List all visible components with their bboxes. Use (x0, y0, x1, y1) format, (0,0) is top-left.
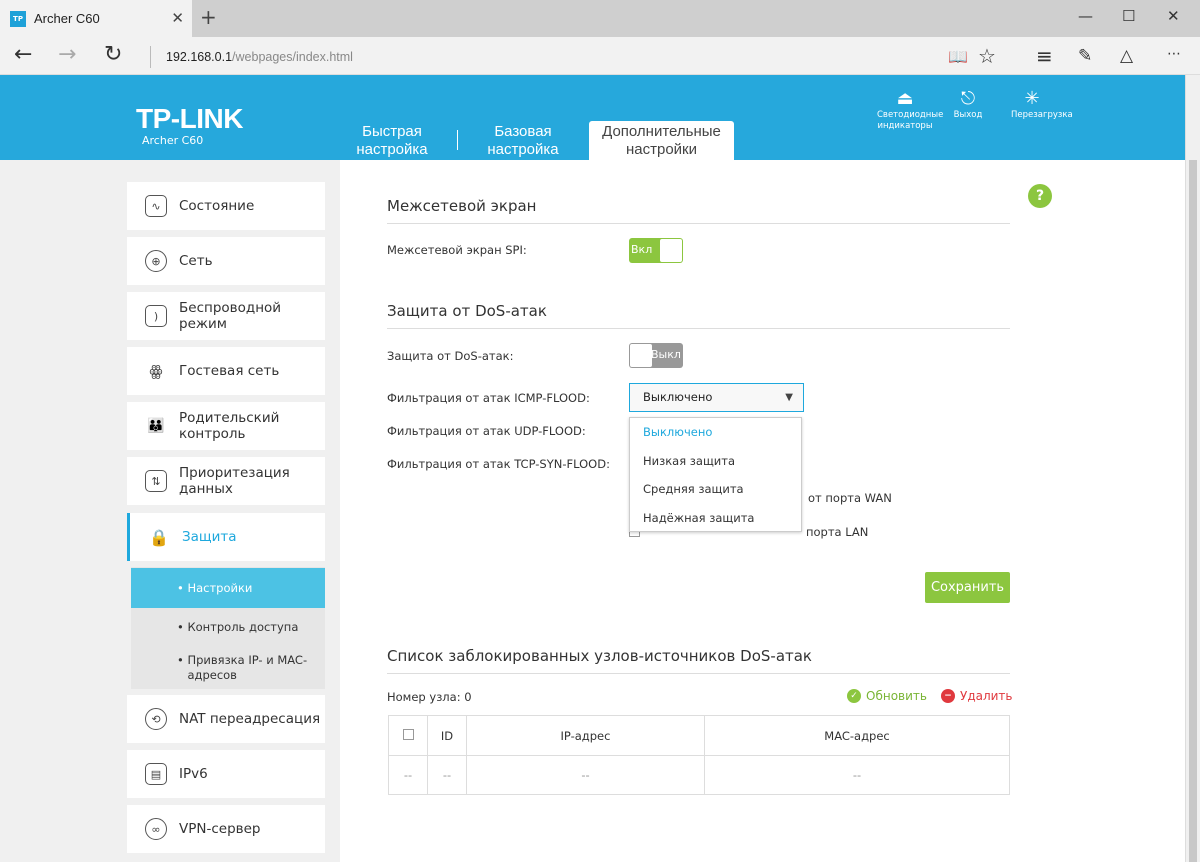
sidebar-item-parental[interactable]: 👪 Родительский контроль (127, 402, 325, 450)
close-window-icon[interactable]: ✕ (1167, 7, 1180, 25)
dos-label: Защита от DoS-атак: (387, 349, 514, 363)
cell: -- (466, 755, 705, 795)
tp-link-logo: TP-LINK (136, 103, 243, 134)
lock-icon: 🔒 (149, 527, 169, 547)
icmp-label: Фильтрация от атак ICMP-FLOOD: (387, 391, 590, 405)
submenu-settings[interactable]: • Настройки (131, 568, 325, 608)
favicon-icon: TP (10, 10, 26, 27)
select-all-checkbox[interactable] (402, 728, 414, 740)
submenu-access-control[interactable]: • Контроль доступа (131, 620, 325, 634)
share-icon[interactable]: △ (1120, 46, 1133, 66)
delete-icon: − (941, 689, 955, 703)
option-medium[interactable]: Средняя защита (630, 475, 801, 504)
col-mac: MAC-адрес (704, 715, 1010, 756)
icmp-flood-select[interactable]: Выключено ▼ (629, 383, 804, 412)
tab-advanced[interactable]: Дополнительные настройки (589, 121, 734, 160)
guest-icon: ꙮ (149, 362, 163, 380)
web-note-icon[interactable]: ✎ (1078, 46, 1092, 66)
new-tab-icon[interactable]: + (200, 5, 217, 29)
sidebar-item-vpn[interactable]: ∞ VPN-сервер (127, 805, 325, 853)
wan-ping-label: от порта WAN (808, 491, 892, 505)
model-name: Archer C60 (142, 134, 204, 147)
sidebar-item-ipv6[interactable]: ▤ IPv6 (127, 750, 325, 798)
option-low[interactable]: Низкая защита (630, 447, 801, 476)
back-icon[interactable]: ← (14, 42, 32, 67)
vpn-icon: ∞ (145, 818, 167, 840)
sidebar-item-status[interactable]: ∿ Состояние (127, 182, 325, 230)
cell: -- (427, 755, 467, 795)
table-row: -- -- -- -- (388, 755, 1010, 795)
submenu-ip-mac-binding[interactable]: • Привязка IP- и MAC-адресов (131, 653, 321, 683)
forward-icon[interactable]: → (58, 42, 76, 67)
blocked-list-heading: Список заблокированных узлов-источников … (387, 647, 1010, 674)
blocked-hosts-table: ID IP-адрес MAC-адрес -- -- -- -- (388, 715, 1010, 795)
tab-divider (457, 130, 458, 150)
led-button[interactable]: ⏏ Светодиодные индикаторы (875, 88, 943, 132)
spi-toggle[interactable]: Вкл (629, 238, 683, 263)
reading-view-icon[interactable]: 📖 (948, 47, 968, 66)
refresh-icon: ✓ (847, 689, 861, 703)
save-button[interactable]: Сохранить (925, 572, 1010, 603)
lan-ping-label: порта LAN (806, 525, 869, 539)
option-off[interactable]: Выключено (630, 418, 801, 447)
tab-basic[interactable]: Базовая настройка (478, 123, 568, 159)
sidebar-item-wireless[interactable]: ) Беспроводной режим (127, 292, 325, 340)
col-id: ID (427, 715, 467, 756)
sidebar-item-guest[interactable]: ꙮ Гостевая сеть (127, 347, 325, 395)
close-tab-icon[interactable]: ✕ (171, 9, 184, 27)
globe-icon: ⊕ (145, 250, 167, 272)
reboot-icon: ✳ (1024, 88, 1040, 109)
spi-label: Межсетевой экран SPI: (387, 243, 527, 257)
sidebar-item-security[interactable]: 🔒 Защита (127, 513, 325, 561)
delete-button[interactable]: − Удалить (941, 689, 1013, 703)
more-icon[interactable]: ⋯ (1167, 46, 1181, 62)
minimize-icon[interactable]: — (1078, 7, 1093, 25)
dos-toggle[interactable]: Выкл (629, 343, 683, 368)
led-icon: ⏏ (896, 88, 914, 109)
refresh-button[interactable]: ✓ Обновить (847, 689, 927, 703)
tab-quick-setup[interactable]: Быстрая настройка (348, 123, 436, 159)
dropdown-arrow-icon: ▼ (785, 392, 793, 403)
sidebar-item-nat[interactable]: ⟲ NAT переадресация (127, 695, 325, 743)
sidebar-item-network[interactable]: ⊕ Сеть (127, 237, 325, 285)
option-high[interactable]: Надёжная защита (630, 504, 801, 533)
hub-icon[interactable]: ≡ (1036, 44, 1053, 68)
cell: -- (388, 755, 428, 795)
qos-icon: ⇅ (145, 470, 167, 492)
scrollbar-thumb[interactable] (1189, 160, 1197, 862)
tab-title: Archer C60 (34, 11, 100, 26)
cell: -- (704, 755, 1010, 795)
logout-icon: ⎋ (960, 88, 976, 109)
maximize-icon[interactable]: ☐ (1122, 7, 1135, 25)
parental-icon: 👪 (147, 418, 165, 434)
node-count: Номер узла: 0 (387, 690, 472, 704)
sidebar-item-qos[interactable]: ⇅ Приоритезация данных (127, 457, 325, 505)
icmp-dropdown-menu: Выключено Низкая защита Средняя защита Н… (629, 417, 802, 532)
table-header: ID IP-адрес MAC-адрес (388, 715, 1010, 756)
browser-tab[interactable]: TP Archer C60 ✕ (0, 0, 192, 37)
refresh-icon[interactable]: ↻ (104, 42, 122, 67)
help-icon[interactable]: ? (1028, 184, 1052, 208)
col-ip: IP-адрес (466, 715, 705, 756)
select-all-cell (388, 715, 428, 756)
nat-icon: ⟲ (145, 708, 167, 730)
udp-label: Фильтрация от атак UDP-FLOOD: (387, 424, 586, 438)
logout-button[interactable]: ⎋ Выход (938, 88, 998, 121)
url-field[interactable]: 192.168.0.1/webpages/index.html (150, 46, 353, 68)
ipv6-icon: ▤ (145, 763, 167, 785)
reboot-button[interactable]: ✳ Перезагрузка (1002, 88, 1073, 121)
firewall-heading: Межсетевой экран (387, 197, 1010, 224)
status-icon: ∿ (145, 195, 167, 217)
favorite-star-icon[interactable]: ☆ (978, 44, 996, 68)
wireless-icon: ) (145, 305, 167, 327)
tcp-syn-label: Фильтрация от атак TCP-SYN-FLOOD: (387, 457, 610, 471)
dos-heading: Защита от DoS-атак (387, 302, 1010, 329)
